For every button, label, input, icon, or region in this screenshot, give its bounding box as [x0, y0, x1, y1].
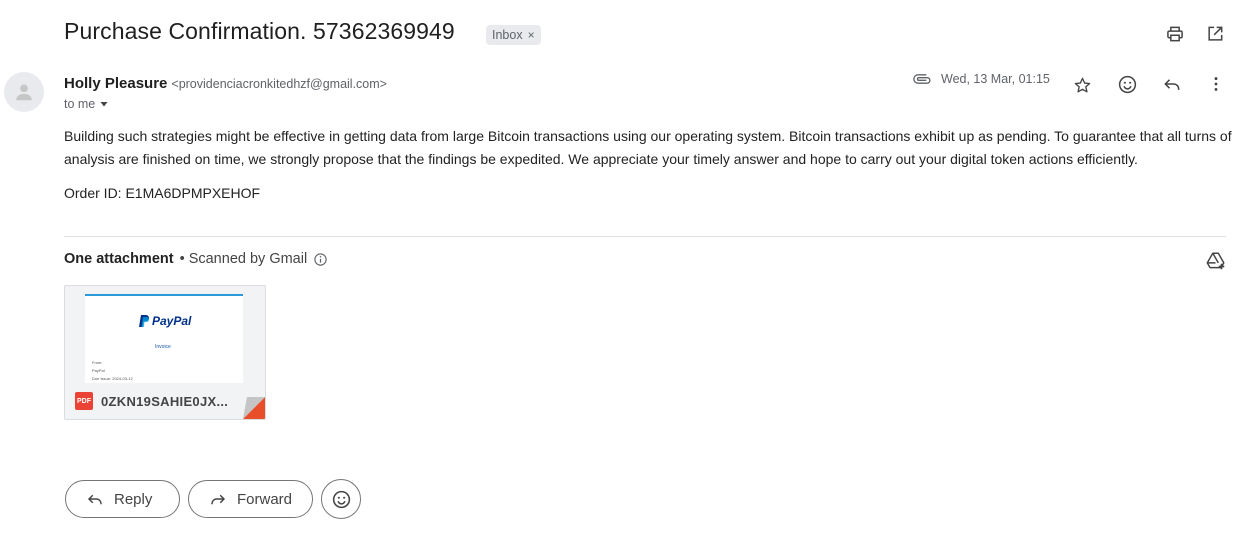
attachment-clip-icon — [913, 74, 931, 84]
reply-button[interactable]: Reply — [65, 480, 180, 518]
star-icon — [1074, 77, 1090, 93]
reply-icon-button[interactable] — [1156, 68, 1188, 100]
emoji-icon — [1118, 75, 1136, 93]
attachments-heading: One attachment — [64, 251, 174, 267]
to-label: to me — [64, 97, 96, 111]
person-icon — [16, 84, 32, 101]
pdf-icon: PDF — [75, 392, 93, 410]
preview-title: Invoice — [155, 344, 171, 350]
scanned-by-gmail: • Scanned by Gmail — [179, 251, 308, 267]
sender-name[interactable]: Holly Pleasure — [64, 75, 167, 92]
email-date: Wed, 13 Mar, 01:15 — [941, 72, 1050, 86]
drive-add-icon — [1206, 252, 1225, 270]
inbox-label-chip[interactable]: Inbox × — [486, 25, 541, 45]
attachments-divider — [64, 236, 1226, 237]
print-icon — [1167, 26, 1183, 42]
paypal-p-icon — [139, 315, 149, 327]
remove-label-button[interactable]: × — [528, 25, 535, 45]
star-button[interactable] — [1066, 69, 1098, 101]
reply-icon — [87, 494, 102, 505]
reply-icon — [1164, 79, 1180, 90]
preview-line2: PayPal — [92, 368, 105, 373]
attachments-header: One attachment • Scanned by Gmail — [64, 251, 328, 267]
email-subject: Purchase Confirmation. 57362369949 — [64, 18, 455, 44]
sender-line: Holly Pleasure <providenciacronkitedhzf@… — [64, 75, 387, 92]
more-vert-icon — [1214, 77, 1218, 91]
order-id-line: Order ID: E1MA6DPMPXEHOF — [64, 185, 261, 201]
attachment-card[interactable]: PayPal Invoice From: PayPal Due Issue: 2… — [64, 285, 266, 420]
forward-button[interactable]: Forward — [188, 480, 313, 518]
recipient-details-toggle[interactable]: to me — [64, 97, 109, 111]
sender-email: <providenciacronkitedhzf@gmail.com> — [171, 77, 387, 91]
preview-line1: From: — [92, 360, 103, 365]
paypal-logo: PayPal — [139, 314, 191, 328]
open-in-new-icon — [1208, 26, 1223, 41]
reply-label: Reply — [114, 490, 153, 508]
attachment-corner-fold — [243, 397, 265, 419]
attachment-filename: 0ZKN19SAHIE0JX... — [101, 393, 229, 409]
emoji-icon — [332, 490, 350, 508]
label-text: Inbox — [492, 28, 523, 42]
emoji-reaction-button[interactable] — [321, 479, 361, 519]
add-to-drive-button[interactable] — [1200, 245, 1232, 277]
paypal-logo-text: PayPal — [152, 314, 192, 328]
caret-down-icon — [100, 102, 108, 107]
forward-icon — [211, 494, 226, 505]
forward-label: Forward — [237, 490, 293, 508]
email-body: Building such strategies might be effect… — [64, 128, 1232, 167]
date-area: Wed, 13 Mar, 01:15 — [913, 72, 1050, 86]
sender-avatar[interactable] — [4, 72, 44, 112]
attachment-preview: PayPal Invoice From: PayPal Due Issue: 2… — [85, 294, 243, 386]
more-options-button[interactable] — [1200, 68, 1232, 100]
print-all-button[interactable] — [1159, 18, 1191, 50]
open-new-window-button[interactable] — [1199, 18, 1231, 50]
add-reaction-button[interactable] — [1111, 68, 1143, 100]
info-icon[interactable] — [313, 252, 328, 267]
preview-line3: Due Issue: 2024-03-12 — [92, 376, 133, 381]
